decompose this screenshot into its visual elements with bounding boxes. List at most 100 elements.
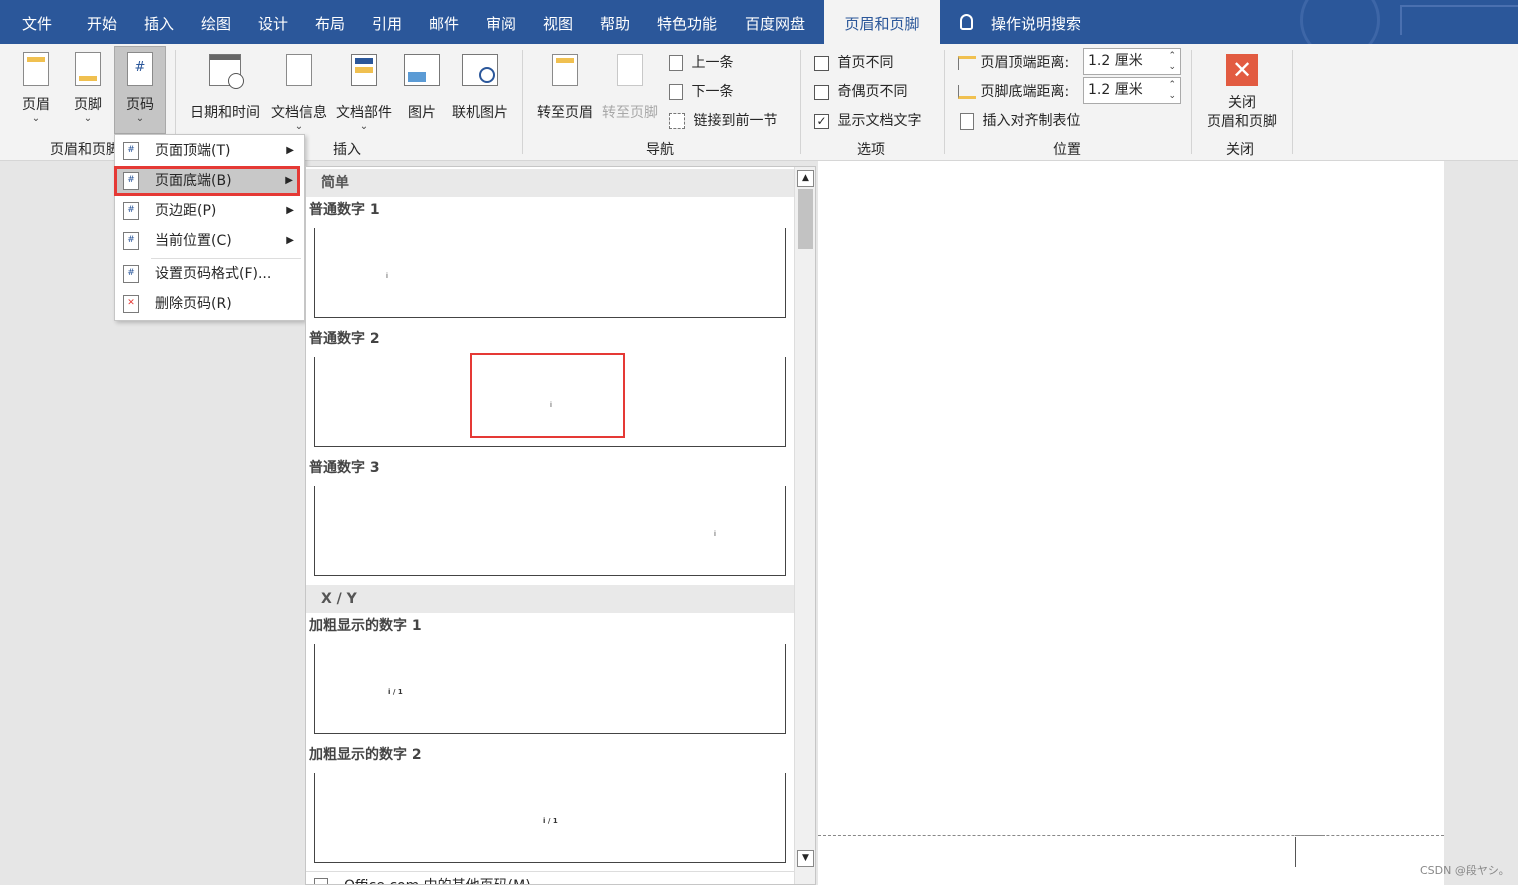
tab-help[interactable]: 帮助 bbox=[600, 0, 630, 44]
gallery-item-title: 加粗显示的数字 2 bbox=[309, 747, 422, 763]
footer-distance-label: 页脚底端距离: bbox=[958, 81, 1069, 101]
lightbulb-icon bbox=[960, 14, 973, 30]
different-first-page-checkbox[interactable]: 首页不同 bbox=[814, 52, 893, 72]
watermark: CSDN @段ヤシ。 bbox=[1420, 864, 1510, 877]
tab-design[interactable]: 设计 bbox=[258, 0, 288, 44]
remove-page-numbers-icon: ✕ bbox=[123, 295, 139, 313]
document-parts-button[interactable]: 文档部件 ⌄ bbox=[333, 54, 395, 132]
footer-boundary-line bbox=[818, 835, 1444, 836]
menu-item-bottom-of-page[interactable]: # 页面底端(B) ▶ bbox=[114, 166, 300, 196]
previous-button[interactable]: 上一条 bbox=[669, 52, 733, 72]
more-page-numbers-item[interactable]: Office.com 中的其他页码(M) bbox=[306, 871, 794, 884]
next-button[interactable]: 下一条 bbox=[669, 81, 733, 101]
checkmark-icon: ✓ bbox=[814, 113, 829, 129]
tab-view[interactable]: 视图 bbox=[543, 0, 573, 44]
tab-header-footer[interactable]: 页眉和页脚 bbox=[824, 0, 940, 44]
tab-references[interactable]: 引用 bbox=[372, 0, 402, 44]
different-odd-even-checkbox[interactable]: 奇偶页不同 bbox=[814, 81, 907, 101]
header-distance-spinner[interactable]: 1.2 厘米 ⌃ ⌄ bbox=[1083, 48, 1181, 75]
submenu-arrow-icon: ▶ bbox=[286, 205, 294, 216]
next-section-icon bbox=[669, 84, 683, 100]
calendar-clock-icon bbox=[209, 54, 244, 89]
gallery-item-plain-number-1[interactable]: i bbox=[314, 228, 786, 318]
tab-features[interactable]: 特色功能 bbox=[657, 0, 717, 44]
previous-section-icon bbox=[669, 55, 683, 71]
chevron-down-icon: ⌄ bbox=[135, 113, 145, 124]
footer-button[interactable]: 页脚 ⌄ bbox=[70, 52, 106, 124]
footer-icon bbox=[75, 52, 101, 86]
decor-line bbox=[1400, 5, 1518, 7]
office-icon bbox=[314, 878, 328, 884]
tab-baidu-netdisk[interactable]: 百度网盘 bbox=[745, 0, 805, 44]
footer-distance-spinner[interactable]: 1.2 厘米 ⌃ ⌄ bbox=[1083, 77, 1181, 104]
page-number-button[interactable]: # 页码 ⌄ bbox=[114, 46, 166, 134]
insert-alignment-tab-button[interactable]: 插入对齐制表位 bbox=[960, 110, 1080, 130]
gallery-item-plain-number-3[interactable]: i bbox=[314, 486, 786, 576]
menu-item-format-page-numbers[interactable]: # 设置页码格式(F)... bbox=[115, 260, 304, 288]
gallery-section-xy: X / Y bbox=[306, 585, 794, 613]
tab-layout[interactable]: 布局 bbox=[315, 0, 345, 44]
submenu-arrow-icon: ▶ bbox=[286, 145, 294, 156]
spin-down-icon[interactable]: ⌄ bbox=[1168, 63, 1176, 72]
tab-insert[interactable]: 插入 bbox=[144, 0, 174, 44]
spin-up-icon[interactable]: ⌃ bbox=[1168, 52, 1176, 61]
gallery-item-bold-number-1[interactable]: i / 1 bbox=[314, 644, 786, 734]
tab-draw[interactable]: 绘图 bbox=[201, 0, 231, 44]
group-separator bbox=[1191, 50, 1192, 154]
ribbon-tab-bar: 文件 开始 插入 绘图 设计 布局 引用 邮件 审阅 视图 帮助 特色功能 百度… bbox=[0, 0, 1518, 44]
alignment-tab-icon bbox=[960, 112, 974, 130]
highlight-box bbox=[470, 353, 625, 438]
group-label-insert: 插入 bbox=[333, 142, 361, 158]
header-distance-label: 页眉顶端距离: bbox=[958, 52, 1069, 72]
menu-item-current-position[interactable]: # 当前位置(C) ▶ bbox=[115, 227, 304, 255]
gallery-section-simple: 简单 bbox=[306, 169, 794, 197]
tab-home[interactable]: 开始 bbox=[87, 0, 117, 44]
tab-file[interactable]: 文件 bbox=[22, 0, 52, 44]
group-label-header-footer: 页眉和页脚 bbox=[50, 142, 120, 158]
scroll-thumb[interactable] bbox=[798, 189, 813, 249]
document-info-button[interactable]: 文档信息 ⌄ bbox=[268, 54, 330, 132]
spin-down-icon[interactable]: ⌄ bbox=[1168, 92, 1176, 101]
chevron-down-icon: ⌄ bbox=[83, 113, 93, 124]
page-number-preview: i bbox=[386, 272, 388, 280]
chevron-down-icon: ⌄ bbox=[294, 121, 304, 132]
group-separator bbox=[800, 50, 801, 154]
picture-icon bbox=[404, 54, 440, 86]
gallery-scrollbar[interactable]: ▲ ▼ bbox=[794, 167, 815, 884]
chevron-down-icon: ⌄ bbox=[31, 113, 41, 124]
checkbox-box bbox=[814, 55, 829, 71]
spin-up-icon[interactable]: ⌃ bbox=[1168, 81, 1176, 90]
goto-header-button[interactable]: 转至页眉 bbox=[534, 54, 596, 122]
menu-divider bbox=[151, 258, 301, 259]
page-number-gallery: 简单 普通数字 1 i 普通数字 2 i 普通数字 3 i X / Y 加粗显示… bbox=[305, 166, 816, 885]
gallery-item-title: 普通数字 3 bbox=[309, 460, 380, 476]
tell-me-search[interactable]: 操作说明搜索 bbox=[991, 0, 1081, 44]
tab-mailings[interactable]: 邮件 bbox=[429, 0, 459, 44]
group-label-position: 位置 bbox=[1053, 142, 1081, 158]
date-time-button[interactable]: 日期和时间 bbox=[187, 54, 263, 122]
gallery-item-bold-number-2[interactable]: i / 1 bbox=[314, 773, 786, 863]
menu-item-remove-page-numbers[interactable]: ✕ 删除页码(R) bbox=[115, 290, 304, 318]
page-number-menu: # 页面顶端(T) ▶ # 页面底端(B) ▶ # 页边距(P) ▶ # 当前位… bbox=[114, 134, 305, 321]
page-top-icon: # bbox=[123, 142, 139, 160]
page-number-preview: i / 1 bbox=[388, 688, 403, 696]
header-distance-icon bbox=[958, 56, 976, 70]
scroll-up-icon[interactable]: ▲ bbox=[797, 170, 814, 187]
header-button[interactable]: 页眉 ⌄ bbox=[18, 52, 54, 124]
close-header-footer-button[interactable]: ✕ 关闭 页眉和页脚 bbox=[1200, 54, 1284, 132]
show-document-text-checkbox[interactable]: ✓ 显示文档文字 bbox=[814, 110, 921, 130]
document-page[interactable] bbox=[818, 161, 1444, 885]
link-to-previous-button[interactable]: 链接到前一节 bbox=[669, 110, 777, 130]
close-icon: ✕ bbox=[1226, 54, 1258, 86]
menu-item-top-of-page[interactable]: # 页面顶端(T) ▶ bbox=[115, 137, 304, 165]
goto-footer-button[interactable]: 转至页脚 bbox=[599, 54, 661, 122]
picture-button[interactable]: 图片 bbox=[403, 54, 441, 122]
tab-review[interactable]: 审阅 bbox=[486, 0, 516, 44]
submenu-arrow-icon: ▶ bbox=[285, 175, 293, 186]
link-previous-icon bbox=[669, 113, 685, 129]
document-info-icon bbox=[286, 54, 312, 86]
menu-item-page-margins[interactable]: # 页边距(P) ▶ bbox=[115, 197, 304, 225]
scroll-down-icon[interactable]: ▼ bbox=[797, 850, 814, 867]
online-pictures-button[interactable]: 联机图片 bbox=[449, 54, 511, 122]
gallery-item-title: 普通数字 1 bbox=[309, 202, 380, 218]
